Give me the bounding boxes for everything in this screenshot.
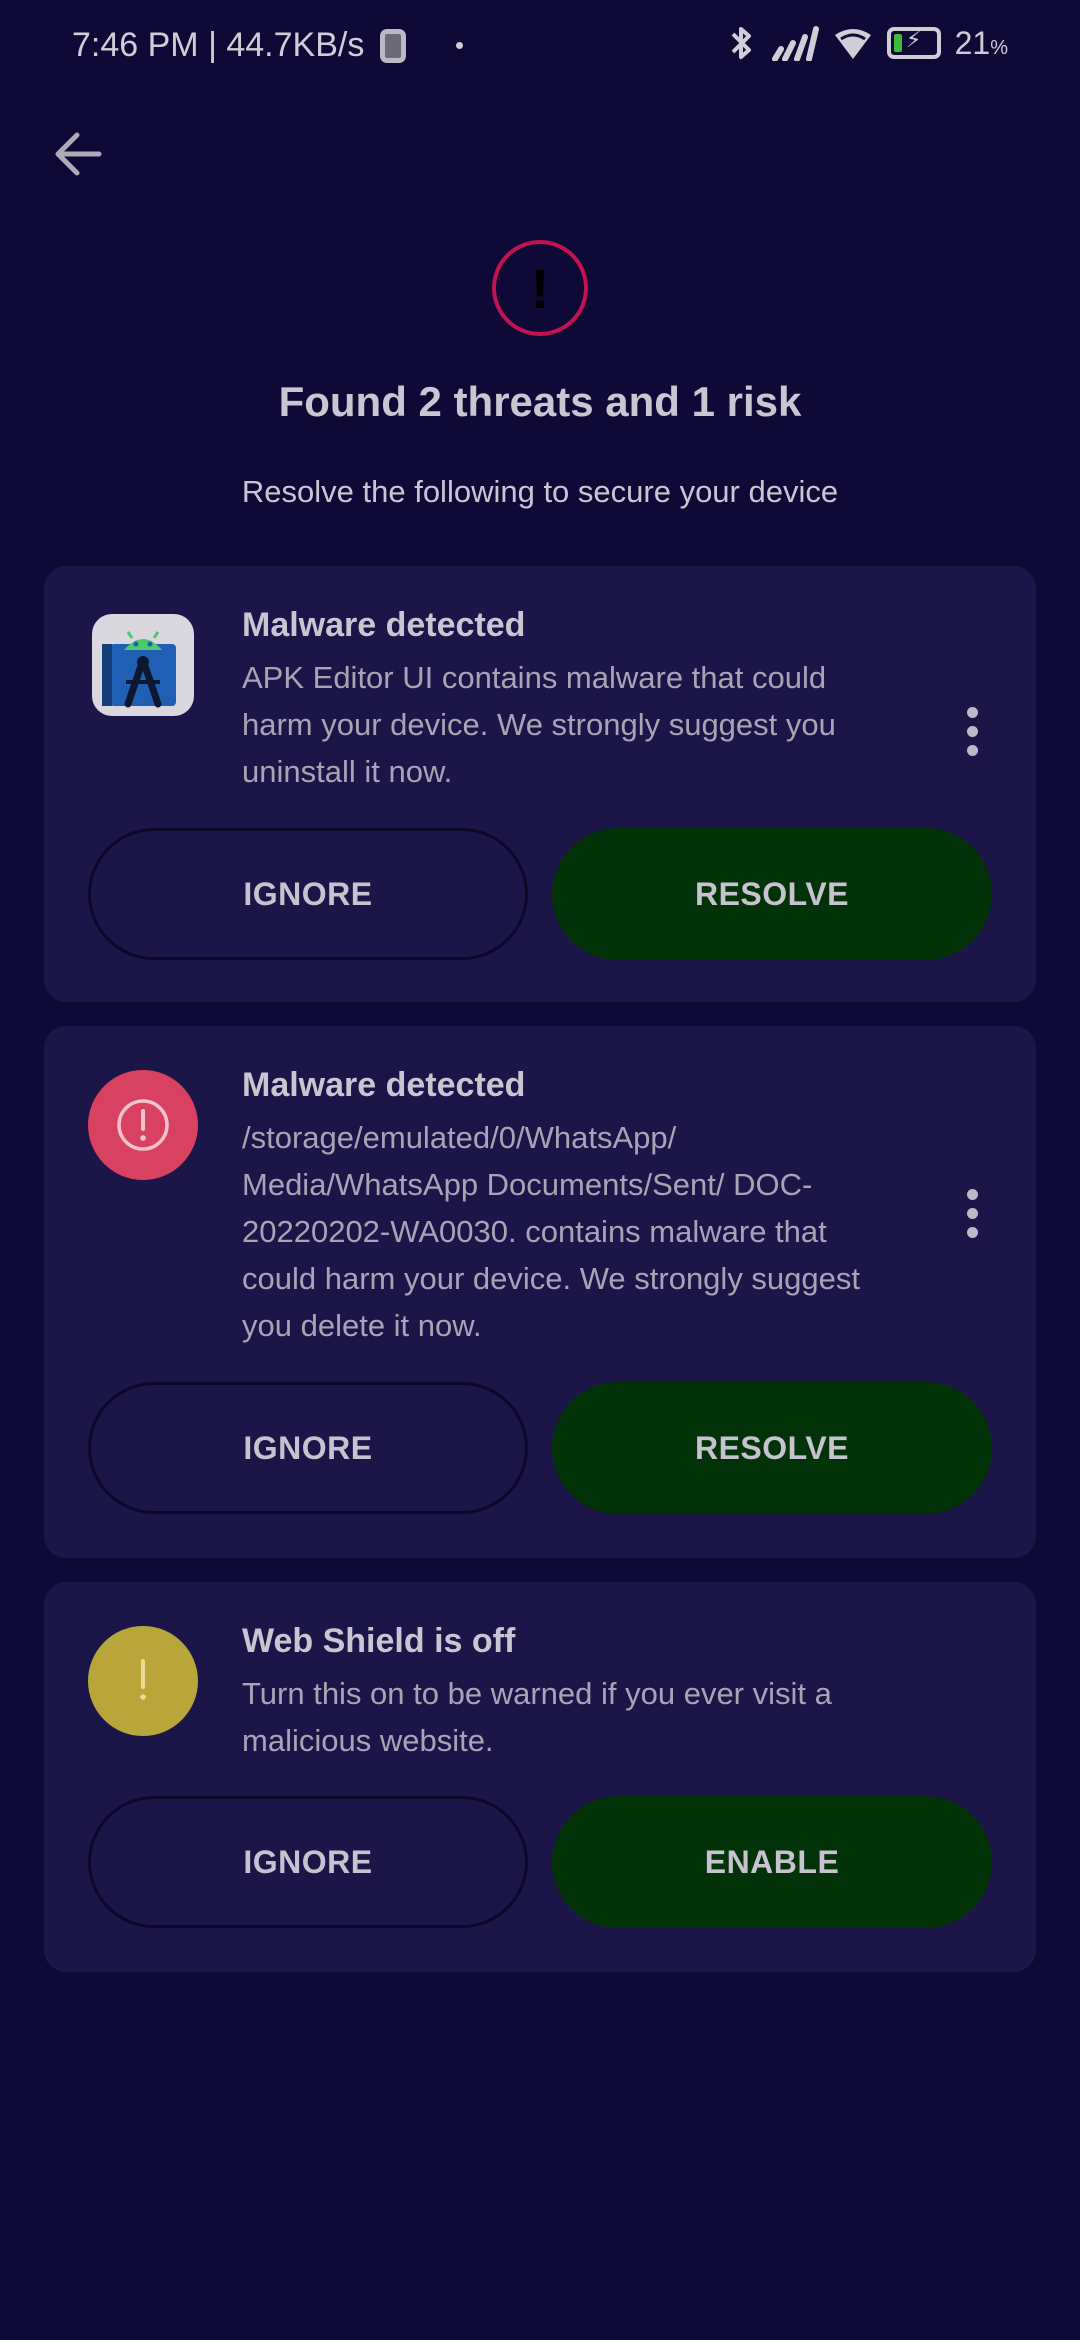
card-description: /storage/emulated/0/WhatsApp/ Media/What… [242,1120,861,1343]
sim-card-icon [380,28,407,63]
threat-card-apk-editor: Malware detected APK Editor UI contains … [44,566,1036,1002]
card-title: Malware detected [242,1066,526,1104]
page-title: Found 2 threats and 1 risk [278,378,802,425]
charging-bolt-icon: ⚡ [905,27,922,52]
threat-scan-results-screen: 7:46 PM | 44.7KB/s ⚡ 21% ! Found 2 threa… [0,0,1080,2340]
signal-icon [771,26,819,61]
alert-glyph: ! [530,256,550,320]
battery-percentage: 21% [955,25,1008,62]
status-right: ⚡ 21% [725,24,1008,62]
battery-percentage-value: 21 [954,24,991,61]
ignore-button[interactable]: IGNORE [88,828,528,960]
status-time-speed: 7:46 PM | 44.7KB/s [72,26,365,64]
apk-editor-app-icon [92,614,194,716]
risk-card-web-shield: Web Shield is off Turn this on to be war… [44,1582,1036,1972]
alert-circle-icon [88,1070,198,1180]
resolve-button[interactable]: RESOLVE [552,1382,992,1514]
arrow-left-icon [55,132,102,176]
wifi-shield-icon [834,29,871,59]
threat-card-whatsapp-document: Malware detected /storage/emulated/0/Wha… [44,1026,1036,1558]
more-dot-icon [966,1207,978,1219]
page-subtitle: Resolve the following to secure your dev… [241,474,839,509]
ignore-button[interactable]: IGNORE [88,1382,528,1514]
back-button[interactable] [42,118,114,190]
notification-dot-icon [456,42,464,49]
ignore-button[interactable]: IGNORE [88,1796,528,1928]
more-dot-icon [966,1188,978,1200]
more-dot-icon [966,744,978,756]
battery-percentage-unit: % [990,36,1008,59]
card-description: Turn this on to be warned if you ever vi… [242,1676,832,1758]
resolve-button[interactable]: RESOLVE [552,828,992,960]
bluetooth-icon [731,27,751,59]
alert-circle-icon: ! [492,240,588,336]
status-bar: 7:46 PM | 44.7KB/s ⚡ 21% [0,0,1080,100]
enable-button[interactable]: ENABLE [552,1796,992,1928]
battery-icon: ⚡ [886,27,941,59]
more-dot-icon [966,706,978,718]
more-options-button[interactable] [952,1178,992,1248]
more-dot-icon [966,725,978,737]
more-dot-icon [966,1226,978,1238]
card-title: Malware detected [242,606,526,644]
card-title: Web Shield is off [242,1622,516,1660]
card-description: APK Editor UI contains malware that coul… [242,660,836,789]
warning-circle-icon [88,1626,198,1736]
status-left: 7:46 PM | 44.7KB/s [72,26,464,65]
more-options-button[interactable] [952,696,992,766]
